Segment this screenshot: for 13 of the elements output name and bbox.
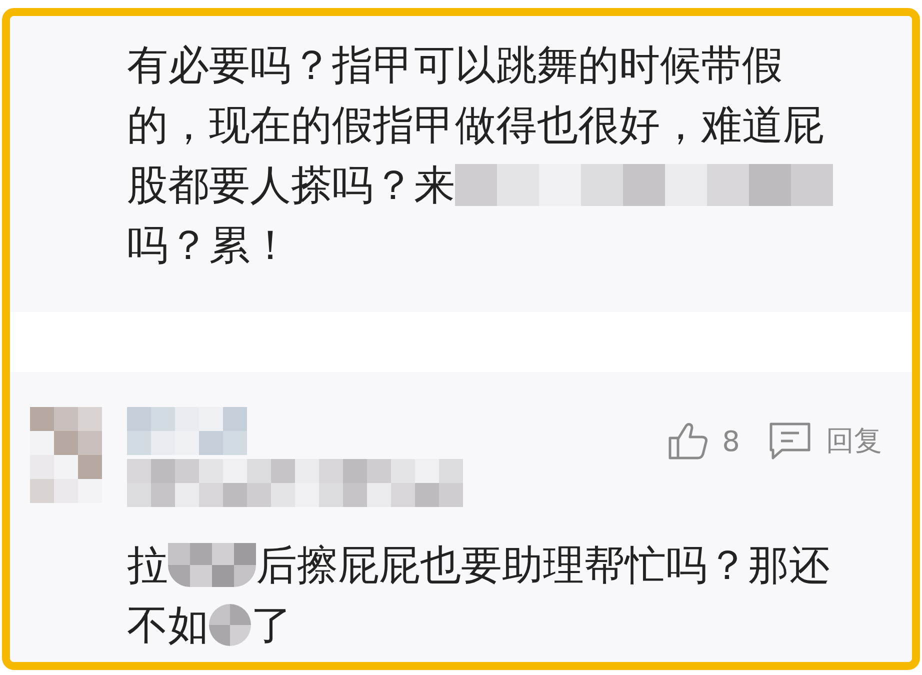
comment-text: 有必要吗？指甲可以跳舞的时候带假 [127, 40, 783, 91]
comment-text: 的，现在的假指甲做得也很好，难道屁 [127, 100, 824, 151]
reply-link[interactable]: 回复 [826, 422, 882, 460]
comment-icon[interactable] [768, 421, 812, 461]
comment-text: 拉 [127, 540, 168, 591]
comment-text: 后擦屁屁也要助理帮忙吗？那还 [256, 540, 830, 591]
like-count: 8 [722, 424, 740, 458]
thumbs-up-icon[interactable] [668, 422, 708, 460]
comment-text: 吗？累！ [127, 220, 291, 271]
comment-text: 股都要人搽吗？来 [127, 160, 455, 211]
comment-text: 了 [251, 600, 292, 651]
pixelated-redaction [209, 604, 251, 646]
comment-text: 不如 [127, 600, 209, 651]
